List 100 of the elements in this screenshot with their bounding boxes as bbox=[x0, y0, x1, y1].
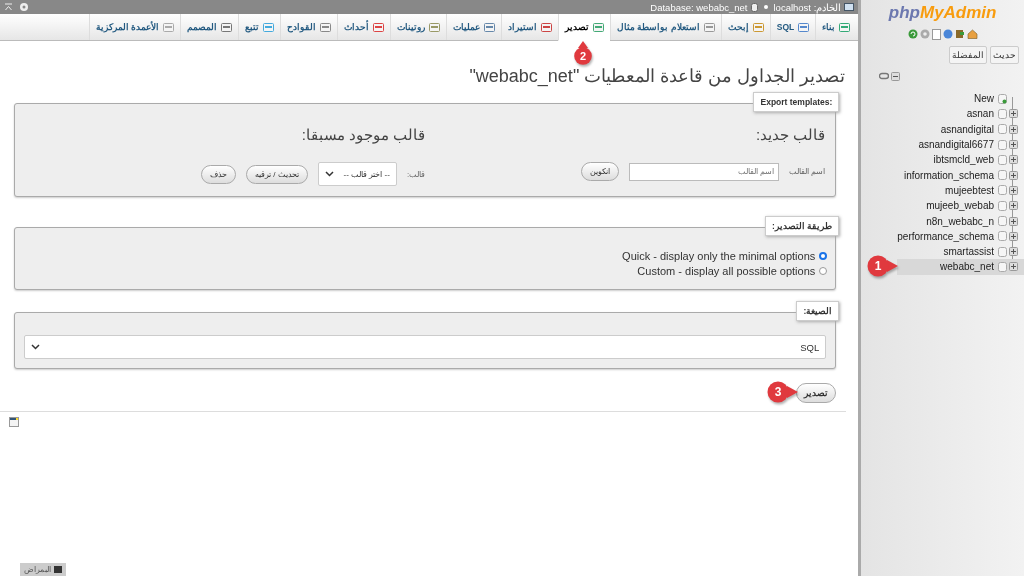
database-icon bbox=[998, 170, 1007, 181]
database-item[interactable]: ibtsmcld_web bbox=[897, 152, 1024, 168]
tab-icon bbox=[541, 22, 553, 32]
export-button[interactable]: تصدير bbox=[796, 383, 837, 403]
input-field[interactable]: اسم القالب bbox=[629, 162, 780, 181]
tab-icon bbox=[798, 22, 810, 32]
console-icon bbox=[54, 566, 62, 573]
tab-icon bbox=[263, 22, 275, 32]
expand-icon bbox=[1009, 247, 1018, 257]
tab[interactable]: القوادح bbox=[280, 14, 338, 40]
database-item[interactable]: asnan bbox=[897, 106, 1024, 122]
sidebar-button[interactable]: حديث bbox=[990, 46, 1019, 64]
gear-icon[interactable] bbox=[19, 2, 29, 12]
expand-icon bbox=[1009, 109, 1018, 119]
server-icon bbox=[844, 2, 855, 12]
console-tab[interactable]: البمراض bbox=[20, 563, 66, 576]
tab[interactable]: الأعمدة المركزية bbox=[88, 14, 181, 40]
tab-icon bbox=[839, 22, 851, 32]
gear-icon bbox=[919, 29, 930, 39]
breadcrumb-link[interactable]: Database: webabc_net bbox=[650, 1, 748, 13]
database-icon bbox=[998, 139, 1007, 150]
tab-icon bbox=[320, 22, 332, 32]
radio-button[interactable] bbox=[819, 267, 828, 275]
link-icon[interactable] bbox=[879, 72, 890, 80]
tab[interactable]: استيراد bbox=[501, 14, 559, 40]
document-icon bbox=[931, 29, 941, 40]
expand-icon bbox=[1009, 262, 1018, 272]
database-icon bbox=[998, 93, 1007, 104]
fieldset-legend: الصيغة: bbox=[796, 301, 840, 321]
database-item[interactable]: mujeeb_webab bbox=[897, 198, 1024, 214]
tab[interactable]: أحداث bbox=[337, 14, 391, 40]
tab[interactable]: روتينات bbox=[390, 14, 447, 40]
tab-icon bbox=[373, 22, 385, 32]
tab-icon bbox=[703, 22, 715, 32]
database-item[interactable]: asnandigital bbox=[897, 121, 1024, 137]
tab[interactable]: SQL bbox=[769, 14, 816, 40]
tab[interactable]: تتبع bbox=[238, 14, 281, 40]
database-item[interactable]: performance_schema bbox=[897, 228, 1024, 244]
database-icon bbox=[750, 2, 758, 12]
database-item[interactable]: asnandigital6677 bbox=[897, 136, 1024, 153]
tab[interactable]: تصدير bbox=[558, 14, 611, 41]
radio-label: Custom - display all possible options bbox=[637, 265, 816, 277]
field-label: اسم القالب bbox=[789, 167, 826, 176]
expand-icon bbox=[1009, 201, 1018, 211]
database-item[interactable]: information_schema bbox=[897, 167, 1024, 183]
database-item[interactable]: smartassist bbox=[897, 243, 1024, 260]
expand-icon bbox=[1009, 140, 1018, 150]
logo-text: MyAdmin bbox=[919, 3, 997, 23]
database-icon bbox=[998, 124, 1007, 135]
field-label: قالب: bbox=[406, 169, 426, 179]
expand-icon bbox=[1009, 231, 1018, 241]
expand-icon bbox=[1009, 155, 1018, 165]
fieldset-legend: Export templates: bbox=[753, 92, 840, 112]
tab-icon bbox=[221, 22, 233, 32]
database-icon bbox=[998, 154, 1007, 165]
page-title: تصدير الجداول من قاعدة المعطيات "webabc_net" bbox=[469, 65, 846, 87]
tab[interactable]: عمليات bbox=[446, 14, 502, 40]
database-icon bbox=[998, 200, 1007, 211]
chevron-down-icon bbox=[31, 344, 40, 350]
tab[interactable]: المصمم bbox=[180, 14, 239, 40]
database-icon bbox=[998, 108, 1007, 119]
table-icon bbox=[9, 417, 19, 427]
database-icon bbox=[998, 246, 1007, 257]
separator-icon bbox=[763, 5, 768, 9]
collapse-icon[interactable] bbox=[891, 72, 901, 81]
fieldset-legend: طريقة التصدير: bbox=[765, 216, 840, 236]
tab-icon bbox=[484, 22, 496, 32]
radio-button[interactable] bbox=[819, 252, 828, 260]
expand-icon bbox=[1009, 124, 1018, 134]
refresh-icon bbox=[907, 29, 918, 39]
chevron-down-icon bbox=[324, 171, 334, 177]
tab-icon bbox=[163, 22, 175, 32]
format-dropdown[interactable]: SQL bbox=[24, 335, 827, 359]
tab-icon bbox=[593, 22, 605, 32]
database-icon bbox=[998, 185, 1007, 196]
create-button[interactable]: انكوين bbox=[581, 162, 620, 181]
breadcrumb-link[interactable]: الخادم: localhost bbox=[773, 1, 842, 13]
database-item[interactable]: mujeebtest bbox=[897, 182, 1024, 199]
tab-icon bbox=[752, 22, 764, 32]
expand-icon bbox=[1009, 216, 1018, 226]
database-icon bbox=[998, 231, 1007, 242]
database-item[interactable]: New bbox=[897, 91, 1024, 107]
radio-label: Quick - display only the minimal options bbox=[622, 250, 816, 262]
section-heading: قالب موجود مسبقا: bbox=[300, 126, 426, 144]
tab[interactable]: بناء bbox=[815, 14, 857, 40]
section-heading: قالب جديد: bbox=[754, 126, 826, 144]
expand-icon bbox=[1009, 185, 1018, 195]
database-item[interactable]: n8n_webabc_n bbox=[897, 213, 1024, 229]
template-dropdown[interactable]: -- اختر قالب -- bbox=[317, 162, 397, 186]
logo-text: php bbox=[888, 3, 920, 23]
database-icon bbox=[998, 261, 1007, 272]
exit-icon bbox=[954, 29, 965, 39]
database-icon bbox=[998, 216, 1007, 226]
update-button[interactable]: تحديث / ترقيه bbox=[245, 164, 308, 184]
tab[interactable]: إبحث bbox=[720, 14, 770, 40]
delete-button[interactable]: حذف bbox=[200, 164, 236, 184]
home-icon bbox=[966, 29, 978, 39]
sidebar-button[interactable]: المفضلة bbox=[949, 46, 987, 64]
tab-icon bbox=[429, 22, 441, 32]
database-item[interactable]: webabc_net bbox=[897, 259, 1024, 275]
